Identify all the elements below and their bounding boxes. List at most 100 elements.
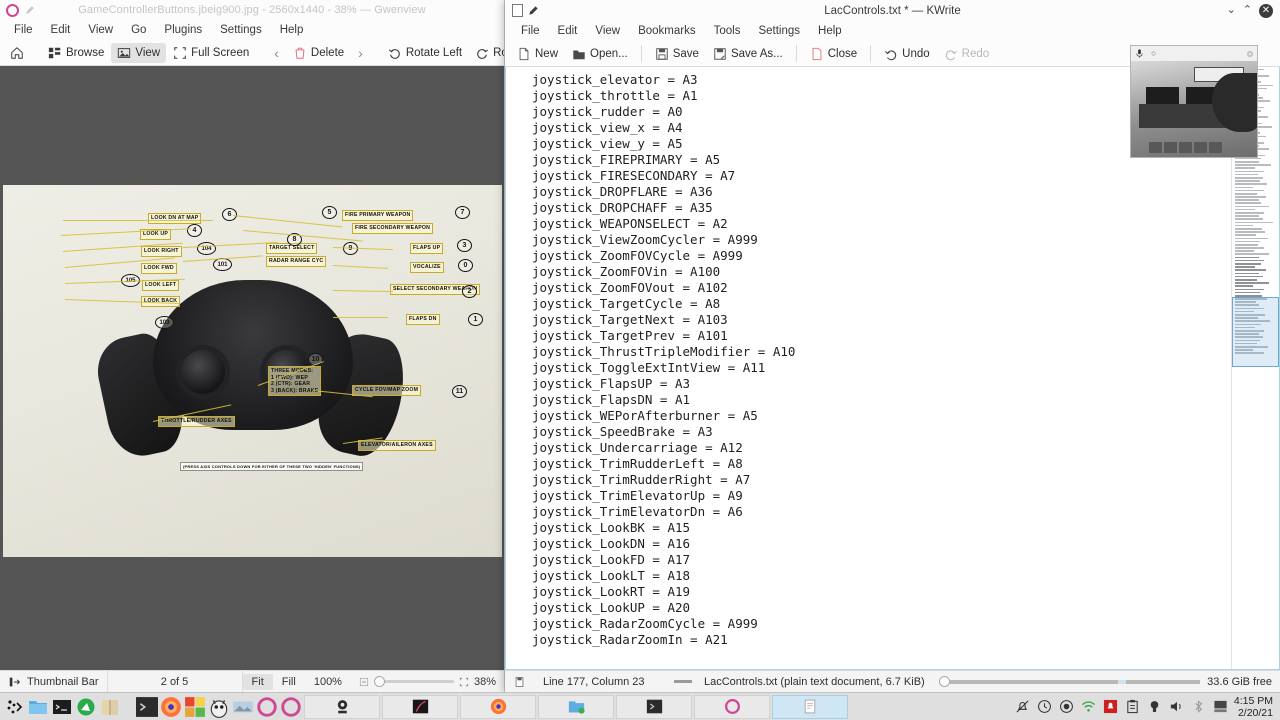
zoom-slider-handle[interactable] xyxy=(373,676,385,687)
taskbar[interactable]: 4:15 PM 2/20/21 xyxy=(0,692,1280,720)
xfce-mouse-icon[interactable] xyxy=(76,697,96,717)
close-button[interactable]: Close xyxy=(804,44,863,64)
kw-menu-edit[interactable]: Edit xyxy=(550,23,586,39)
zoom-in-icon[interactable] xyxy=(459,677,469,687)
gv-menu-file[interactable]: File xyxy=(6,22,41,38)
file-manager-icon[interactable] xyxy=(28,697,48,717)
webcam-overlay-widget[interactable] xyxy=(1130,45,1258,158)
kw-menu-tools[interactable]: Tools xyxy=(706,23,749,39)
next-image-button[interactable]: › xyxy=(351,45,370,61)
home-button[interactable] xyxy=(4,43,30,63)
image-viewport[interactable]: LOOK DN AT MAP LOOK UP LOOK RIGHT LOOK FWD L… xyxy=(0,66,504,670)
colors-icon[interactable] xyxy=(184,696,206,718)
terminal-icon[interactable] xyxy=(136,696,158,718)
wifi-icon[interactable] xyxy=(1081,699,1096,714)
undo-button[interactable]: Undo xyxy=(878,44,936,64)
webcam-btn-3[interactable] xyxy=(1178,142,1192,154)
text-editor[interactable]: joystick_elevator = A3 joystick_throttle… xyxy=(506,67,1231,669)
webcam-btn-2[interactable] xyxy=(1163,142,1177,154)
task-list[interactable] xyxy=(132,694,1009,719)
free-space-handle[interactable] xyxy=(939,676,951,687)
gwenview-menubar[interactable]: File Edit View Go Plugins Settings Help xyxy=(0,20,504,40)
dark-app-window-task[interactable] xyxy=(382,694,458,719)
clock[interactable]: 4:15 PM 2/20/21 xyxy=(1234,695,1280,719)
browse-button[interactable]: Browse xyxy=(42,43,110,63)
kw-menu-bookmarks[interactable]: Bookmarks xyxy=(630,23,704,39)
clock-icon[interactable] xyxy=(1037,699,1052,714)
zoom-out-icon[interactable] xyxy=(359,677,369,687)
rotate-right-button[interactable]: Rotate R xyxy=(469,43,504,63)
gwenview-window[interactable]: GameControllerButtons.jbeig900.jpg - 256… xyxy=(0,0,505,692)
system-tray[interactable] xyxy=(1009,699,1234,714)
image-icon[interactable] xyxy=(232,696,254,718)
volume-icon[interactable] xyxy=(1169,699,1184,714)
kwrite-menubar[interactable]: File Edit View Bookmarks Tools Settings … xyxy=(505,21,1280,41)
window-buttons[interactable]: ⌄ ⌃ ✕ xyxy=(1227,3,1276,18)
file-manager-window-task[interactable] xyxy=(538,694,614,719)
kwrite-window-task[interactable] xyxy=(772,694,848,719)
webcam-btn-1[interactable] xyxy=(1148,142,1162,154)
bluetooth-icon[interactable] xyxy=(1191,699,1206,714)
webcam-close-icon[interactable] xyxy=(1246,50,1254,58)
new-button[interactable]: New xyxy=(511,44,564,64)
webcam-window-task[interactable] xyxy=(304,694,380,719)
terminal-window-task[interactable] xyxy=(616,694,692,719)
launcher-area[interactable] xyxy=(0,697,124,717)
kw-menu-file[interactable]: File xyxy=(513,23,548,39)
notifications-muted-icon[interactable] xyxy=(1015,699,1030,714)
gv-menu-go[interactable]: Go xyxy=(123,22,154,38)
zoom-slider[interactable] xyxy=(373,676,454,687)
zoom-fill-button[interactable]: Fill xyxy=(273,674,305,690)
gv-menu-plugins[interactable]: Plugins xyxy=(156,22,210,38)
kw-menu-settings[interactable]: Settings xyxy=(750,23,808,39)
fullscreen-button[interactable]: Full Screen xyxy=(167,43,255,63)
zoom-fit-button[interactable]: Fit xyxy=(242,673,273,690)
brightness-icon[interactable] xyxy=(1147,699,1162,714)
firefox-window-task[interactable] xyxy=(460,694,536,719)
webcam-controls[interactable] xyxy=(1148,142,1222,154)
gv-menu-view[interactable]: View xyxy=(80,22,121,38)
alert-icon[interactable] xyxy=(1103,699,1118,714)
kwrite-titlebar[interactable]: LacControls.txt * — KWrite ⌄ ⌃ ✕ xyxy=(505,0,1280,21)
gwenview-icon[interactable] xyxy=(256,696,278,718)
gv-menu-edit[interactable]: Edit xyxy=(43,22,79,38)
book-icon[interactable] xyxy=(100,697,120,717)
zoom-controls[interactable]: 38% xyxy=(351,671,504,692)
gwenview-window-task[interactable] xyxy=(694,694,770,719)
gv-menu-settings[interactable]: Settings xyxy=(212,22,270,38)
save-as-button[interactable]: Save As... xyxy=(707,44,789,64)
webcam-toolbar[interactable] xyxy=(1131,46,1257,61)
view-button[interactable]: View xyxy=(111,42,167,63)
gimp-icon[interactable] xyxy=(208,696,230,718)
microphone-icon[interactable] xyxy=(1134,48,1145,59)
clipboard-icon[interactable] xyxy=(1125,699,1140,714)
minimap-viewport[interactable] xyxy=(1232,297,1279,367)
gwenview-toolbar[interactable]: Browse View Full Screen ‹ Delete › Rotat… xyxy=(0,40,504,66)
kw-menu-view[interactable]: View xyxy=(587,23,628,39)
gwenview-titlebar[interactable]: GameControllerButtons.jbeig900.jpg - 256… xyxy=(0,0,504,20)
gwenview-icon-2[interactable] xyxy=(280,696,302,718)
kwrite-title: LacControls.txt * — KWrite xyxy=(824,4,961,17)
recorder-icon[interactable] xyxy=(1059,699,1074,714)
terminal-dark-icon[interactable] xyxy=(52,697,72,717)
previous-image-button[interactable]: ‹ xyxy=(267,45,286,61)
gv-menu-help[interactable]: Help xyxy=(272,22,312,38)
photo-callout-number: 2 xyxy=(462,285,477,298)
zoom-100-button[interactable]: 100% xyxy=(305,674,351,690)
kw-menu-help[interactable]: Help xyxy=(810,23,850,39)
webcam-btn-4[interactable] xyxy=(1193,142,1207,154)
open-button[interactable]: Open... xyxy=(566,44,634,64)
thumbnail-bar-toggle[interactable]: Thumbnail Bar xyxy=(0,671,107,692)
minimap-line xyxy=(1235,205,1269,208)
delete-button[interactable]: Delete xyxy=(287,43,350,63)
close-icon[interactable]: ✕ xyxy=(1259,3,1273,18)
firefox-icon[interactable] xyxy=(160,696,182,718)
webcam-btn-5[interactable] xyxy=(1208,142,1222,154)
kde-menu-icon[interactable] xyxy=(4,697,24,717)
maximize-icon[interactable]: ⌃ xyxy=(1243,5,1252,16)
rotate-left-button[interactable]: Rotate Left xyxy=(382,43,468,63)
save-button[interactable]: Save xyxy=(649,44,705,64)
input-method-icon[interactable] xyxy=(1213,699,1228,714)
gear-icon[interactable] xyxy=(1149,49,1158,58)
minimize-icon[interactable]: ⌄ xyxy=(1227,5,1236,16)
